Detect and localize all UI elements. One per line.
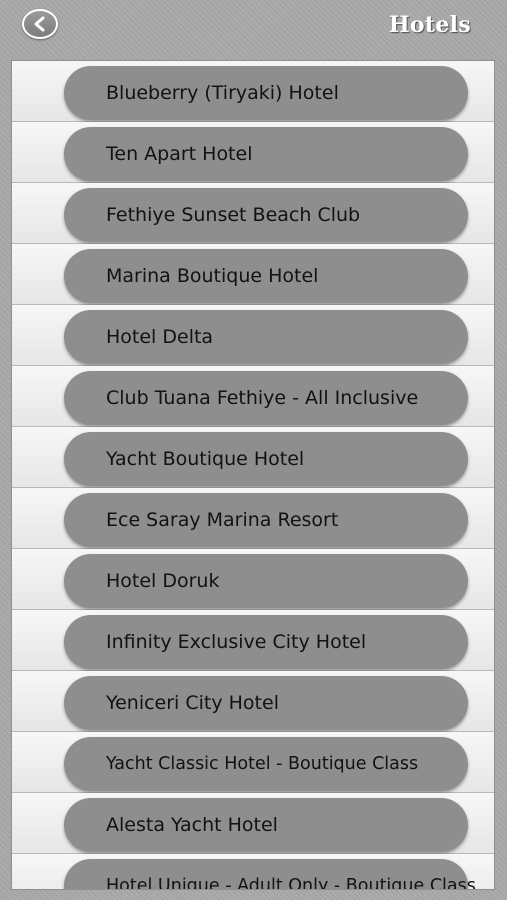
list-item[interactable]: Hotel Doruk <box>12 549 494 610</box>
list-item-pill[interactable]: Yeniceri City Hotel <box>64 676 468 730</box>
list-item-label: Fethiye Sunset Beach Club <box>106 204 361 226</box>
list-item[interactable]: Hotel Delta <box>12 305 494 366</box>
list-item-pill[interactable]: Fethiye Sunset Beach Club <box>64 188 468 242</box>
list-item[interactable]: Alesta Yacht Hotel <box>12 793 494 854</box>
header-bar: Hotels <box>0 0 507 58</box>
list-item[interactable]: Blueberry (Tiryaki) Hotel <box>12 61 494 122</box>
list-item-label: Alesta Yacht Hotel <box>106 814 278 836</box>
list-item[interactable]: Marina Boutique Hotel <box>12 244 494 305</box>
back-arrow-icon <box>34 16 45 32</box>
list-item[interactable]: Fethiye Sunset Beach Club <box>12 183 494 244</box>
list-item[interactable]: Ece Saray Marina Resort <box>12 488 494 549</box>
list-item-pill[interactable]: Yacht Boutique Hotel <box>64 432 468 486</box>
list-item[interactable]: Yacht Boutique Hotel <box>12 427 494 488</box>
list-item[interactable]: Club Tuana Fethiye - All Inclusive <box>12 366 494 427</box>
list-item-pill[interactable]: Ece Saray Marina Resort <box>64 493 468 547</box>
list-item-pill[interactable]: Blueberry (Tiryaki) Hotel <box>64 66 468 120</box>
list-item-pill[interactable]: Yacht Classic Hotel - Boutique Class <box>64 737 468 791</box>
list-item-label: Ece Saray Marina Resort <box>106 509 339 531</box>
list-item-label: Infinity Exclusive City Hotel <box>106 631 367 653</box>
list-item[interactable]: Hotel Unique - Adult Only - Boutique Cla… <box>12 854 494 889</box>
list-item-label: Marina Boutique Hotel <box>106 265 319 287</box>
list-item[interactable]: Yacht Classic Hotel - Boutique Class <box>12 732 494 793</box>
list-item-label: Hotel Delta <box>106 326 214 348</box>
list-item-pill[interactable]: Marina Boutique Hotel <box>64 249 468 303</box>
list-item[interactable]: Yeniceri City Hotel <box>12 671 494 732</box>
list-item-pill[interactable]: Hotel Unique - Adult Only - Boutique Cla… <box>64 859 476 889</box>
list-item-label: Hotel Unique - Adult Only - Boutique Cla… <box>106 876 476 890</box>
list-item-pill[interactable]: Hotel Delta <box>64 310 468 364</box>
list-item-pill[interactable]: Ten Apart Hotel <box>64 127 468 181</box>
list-item-label: Hotel Doruk <box>106 570 220 592</box>
list-item[interactable]: Ten Apart Hotel <box>12 122 494 183</box>
back-button[interactable] <box>22 9 58 39</box>
list-item-pill[interactable]: Alesta Yacht Hotel <box>64 798 468 852</box>
list-item-pill[interactable]: Club Tuana Fethiye - All Inclusive <box>64 371 468 425</box>
list-item-label: Club Tuana Fethiye - All Inclusive <box>106 387 419 409</box>
list-item-label: Blueberry (Tiryaki) Hotel <box>106 82 339 104</box>
hotel-list[interactable]: Blueberry (Tiryaki) Hotel Ten Apart Hote… <box>11 60 495 890</box>
list-item-pill[interactable]: Infinity Exclusive City Hotel <box>64 615 468 669</box>
list-item-label: Yacht Boutique Hotel <box>106 448 305 470</box>
list-item-label: Ten Apart Hotel <box>106 143 253 165</box>
list-item-label: Yeniceri City Hotel <box>106 692 279 714</box>
list-item[interactable]: Infinity Exclusive City Hotel <box>12 610 494 671</box>
list-item-pill[interactable]: Hotel Doruk <box>64 554 468 608</box>
list-item-label: Yacht Classic Hotel - Boutique Class <box>106 754 419 774</box>
page-title: Hotels <box>388 12 471 38</box>
